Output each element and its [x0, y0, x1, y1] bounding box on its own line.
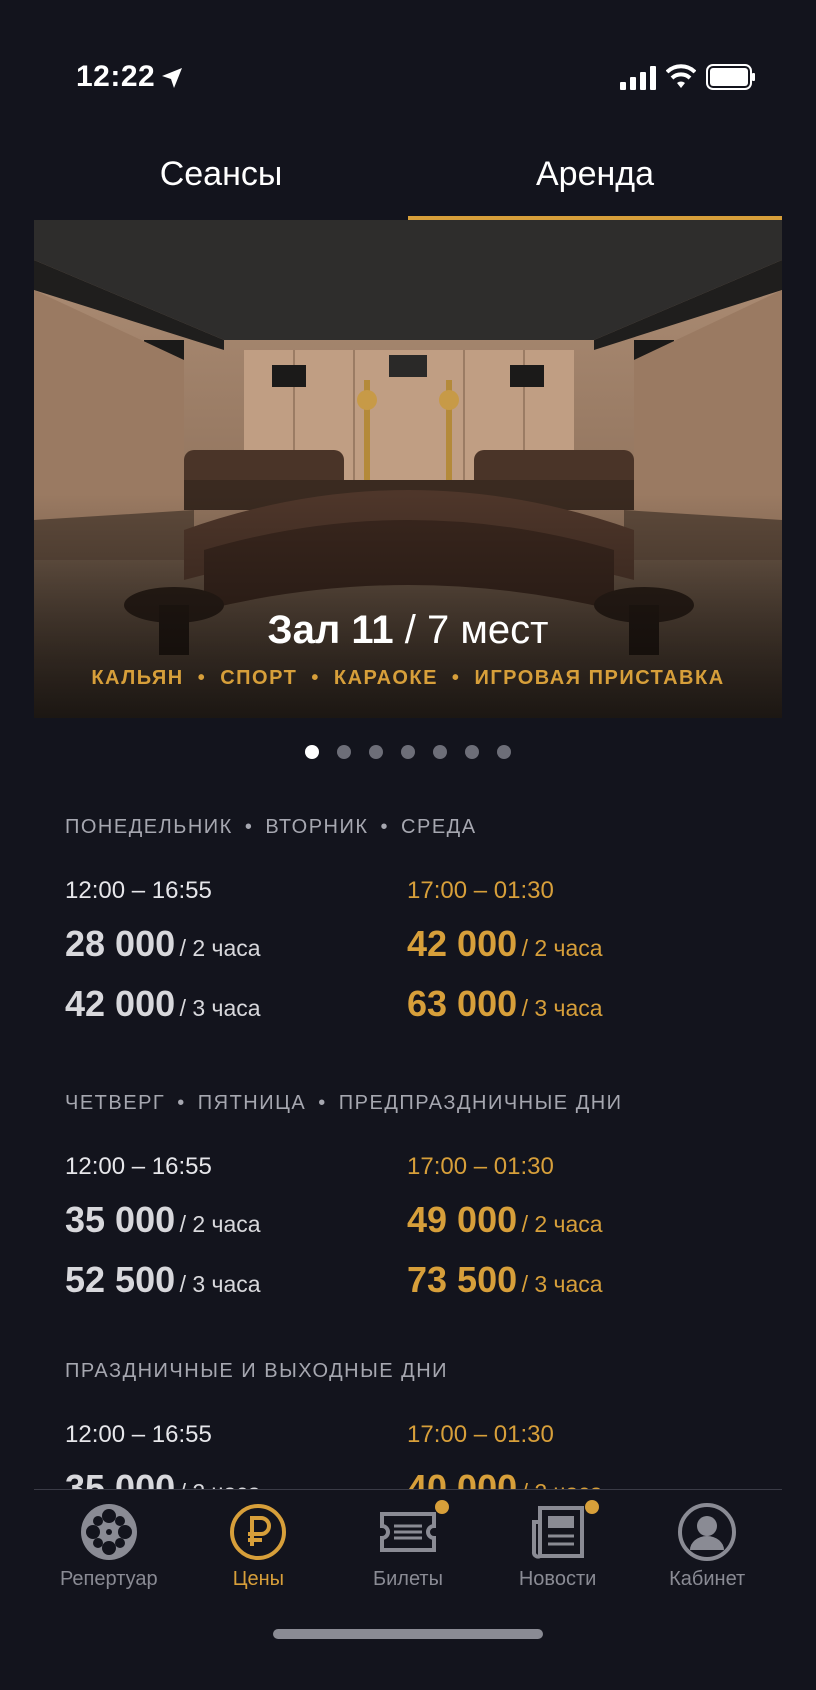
price-section: ПРАЗДНИЧНЫЕ И ВЫХОДНЫЕ ДНИ 12:00 – 16:55… [65, 1360, 765, 1509]
price-unit: / 2 часа [521, 1211, 603, 1237]
segment-tabs: Сеансы Аренда [34, 128, 782, 220]
page-dot[interactable] [465, 745, 479, 759]
price-value: 42 000 [65, 983, 176, 1024]
separator-dot: • [311, 667, 320, 689]
ruble-icon [230, 1504, 287, 1560]
hall-name: Зал 11 [267, 608, 394, 652]
newspaper-icon [531, 1506, 584, 1559]
page-dot[interactable] [433, 745, 447, 759]
price-row: 42 000 / 2 часа [407, 923, 749, 965]
price-value: 63 000 [407, 983, 518, 1024]
price-row: 35 000 / 2 часа [65, 1199, 407, 1241]
hall-features: КАЛЬЯН • СПОРТ • КАРАОКЕ • ИГРОВАЯ ПРИСТ… [0, 667, 816, 690]
time-range: 17:00 – 01:30 [407, 1153, 554, 1180]
price-value: 49 000 [407, 1199, 518, 1240]
separator-dot: • [318, 1092, 327, 1114]
feature-tag: КАРАОКЕ [333, 667, 438, 689]
bottom-tab-bar: Репертуар Цены Билеты Новости Кабинет [34, 1489, 782, 1605]
price-value: 28 000 [65, 923, 176, 964]
page-dot[interactable] [305, 745, 319, 759]
nav-label: Кабинет [669, 1568, 746, 1590]
price-unit: / 3 часа [179, 1271, 261, 1297]
price-unit: / 3 часа [521, 1271, 603, 1297]
nav-cabinet[interactable]: Кабинет [632, 1490, 782, 1605]
page-dot[interactable] [497, 745, 511, 759]
signal-icon [620, 66, 656, 90]
day-label: ВТОРНИК [265, 816, 369, 838]
time-range: 12:00 – 16:55 [65, 1153, 212, 1180]
status-bar: 12:22 [0, 0, 816, 120]
day-prices: 12:00 – 16:55 28 000 / 2 часа 42 000 / 3… [65, 877, 407, 1025]
hall-title: Зал 11 / 7 мест [0, 608, 816, 653]
price-unit: / 3 часа [521, 995, 603, 1021]
day-label: ЧЕТВЕРГ [65, 1092, 166, 1114]
day-prices: 12:00 – 16:55 35 000 / 2 часа 52 500 / 3… [65, 1153, 407, 1301]
price-unit: / 3 часа [179, 995, 261, 1021]
days-header: ПОНЕДЕЛЬНИК • ВТОРНИК • СРЕДА [65, 816, 765, 839]
nav-news[interactable]: Новости [483, 1490, 633, 1605]
time-range: 12:00 – 16:55 [65, 877, 212, 904]
separator-dot: • [177, 1092, 186, 1114]
price-row: 73 500 / 3 часа [407, 1259, 749, 1301]
day-label: ПРЕДПРАЗДНИЧНЫЕ ДНИ [338, 1092, 623, 1114]
price-value: 42 000 [407, 923, 518, 964]
day-label: ПОНЕДЕЛЬНИК [65, 816, 233, 838]
nav-prices[interactable]: Цены [184, 1490, 334, 1605]
nav-label: Репертуар [59, 1568, 158, 1590]
separator-dot: • [380, 816, 390, 838]
price-row: 63 000 / 3 часа [407, 983, 749, 1025]
evening-prices: 17:00 – 01:30 49 000 / 2 часа 73 500 / 3… [407, 1153, 749, 1301]
nav-label: Новости [518, 1568, 597, 1590]
feature-tag: КАЛЬЯН [91, 667, 184, 689]
ticket-icon [379, 1512, 436, 1552]
evening-prices: 17:00 – 01:30 42 000 / 2 часа 63 000 / 3… [407, 877, 749, 1025]
price-value: 73 500 [407, 1259, 518, 1300]
time-range: 17:00 – 01:30 [407, 1421, 554, 1448]
notification-badge [584, 1500, 599, 1514]
price-value: 52 500 [65, 1259, 176, 1300]
price-row: 52 500 / 3 часа [65, 1259, 407, 1301]
nav-label: Билеты [373, 1568, 443, 1590]
price-section: ПОНЕДЕЛЬНИК • ВТОРНИК • СРЕДА 12:00 – 16… [65, 816, 765, 1025]
separator-dot: • [197, 667, 207, 689]
tab-rent[interactable]: Аренда [408, 128, 782, 220]
location-arrow-icon [162, 68, 182, 88]
wifi-icon [666, 64, 696, 88]
separator-dot: • [451, 667, 461, 689]
notification-badge [435, 1500, 450, 1514]
tab-sessions[interactable]: Сеансы [34, 128, 408, 220]
price-row: 42 000 / 3 часа [65, 983, 407, 1025]
film-reel-icon [80, 1504, 137, 1560]
day-label: СРЕДА [401, 816, 477, 838]
day-label: ПРАЗДНИЧНЫЕ И ВЫХОДНЫЕ ДНИ [65, 1360, 449, 1382]
profile-icon [678, 1503, 737, 1561]
price-section: ЧЕТВЕРГ • ПЯТНИЦА • ПРЕДПРАЗДНИЧНЫЕ ДНИ … [65, 1092, 765, 1301]
days-header: ЧЕТВЕРГ • ПЯТНИЦА • ПРЕДПРАЗДНИЧНЫЕ ДНИ [65, 1092, 765, 1115]
status-time: 12:22 [76, 60, 156, 93]
battery-icon [706, 64, 755, 90]
page-dot[interactable] [337, 745, 351, 759]
nav-label: Цены [232, 1568, 285, 1590]
price-row: 28 000 / 2 часа [65, 923, 407, 965]
carousel-pagination [0, 745, 816, 759]
days-header: ПРАЗДНИЧНЫЕ И ВЫХОДНЫЕ ДНИ [65, 1360, 765, 1383]
hall-seats: / 7 мест [404, 608, 549, 652]
price-unit: / 2 часа [521, 935, 603, 961]
price-value: 35 000 [65, 1199, 176, 1240]
price-unit: / 2 часа [179, 1211, 261, 1237]
price-unit: / 2 часа [179, 935, 261, 961]
home-indicator [273, 1629, 543, 1639]
time-range: 17:00 – 01:30 [407, 877, 554, 904]
price-row: 49 000 / 2 часа [407, 1199, 749, 1241]
time-range: 12:00 – 16:55 [65, 1421, 212, 1448]
page-dot[interactable] [369, 745, 383, 759]
nav-repertoire[interactable]: Репертуар [34, 1490, 184, 1605]
nav-tickets[interactable]: Билеты [333, 1490, 483, 1605]
page-dot[interactable] [401, 745, 415, 759]
feature-tag: ИГРОВАЯ ПРИСТАВКА [474, 667, 725, 689]
separator-dot: • [244, 816, 254, 838]
day-label: ПЯТНИЦА [197, 1092, 307, 1114]
feature-tag: СПОРТ [220, 667, 298, 689]
